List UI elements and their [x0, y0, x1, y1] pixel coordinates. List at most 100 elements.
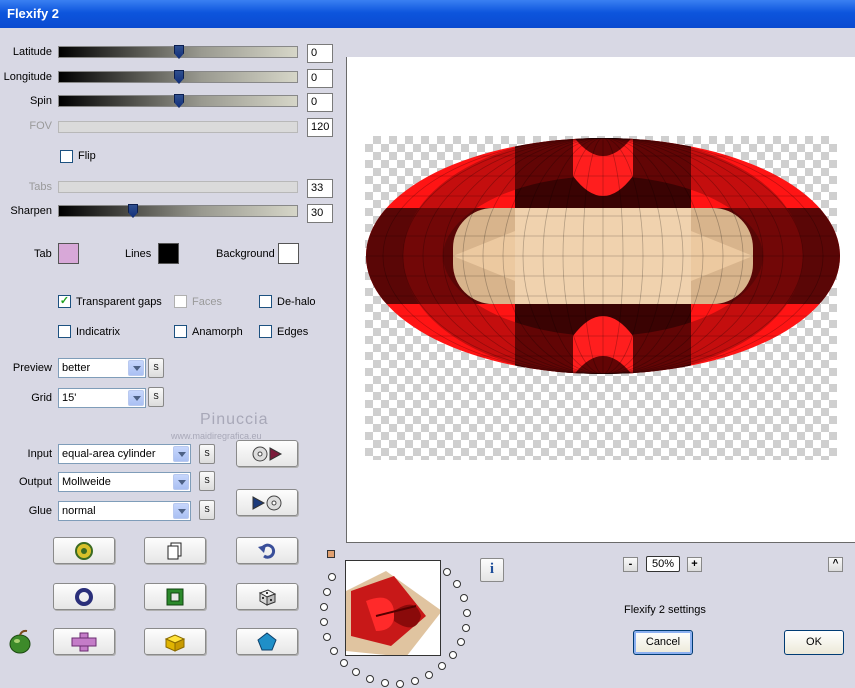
indicatrix-label: Indicatrix: [76, 326, 121, 338]
output-save-button[interactable]: S: [199, 471, 215, 491]
navigator-handle[interactable]: [327, 550, 335, 558]
cube-icon: [164, 633, 186, 652]
sharpen-value[interactable]: 30: [307, 204, 333, 223]
output-select[interactable]: Mollweide: [58, 472, 191, 492]
faces-label: Faces: [192, 296, 222, 308]
navigator-dot[interactable]: [460, 594, 468, 602]
navigator-dot[interactable]: [330, 647, 338, 655]
globe-gear-icon: [75, 541, 93, 560]
latitude-label: Latitude: [12, 46, 52, 58]
navigator-dot[interactable]: [320, 603, 328, 611]
chevron-down-icon[interactable]: [128, 360, 144, 376]
indicatrix-checkbox[interactable]: [58, 325, 71, 338]
preview-pane[interactable]: [346, 57, 855, 543]
navigator-dot[interactable]: [449, 651, 457, 659]
pentagon-button[interactable]: [236, 628, 298, 655]
copy-button[interactable]: [144, 537, 206, 564]
navigator-thumbnail[interactable]: [345, 560, 441, 656]
tab-color-swatch[interactable]: [58, 243, 79, 264]
ring-button[interactable]: [53, 583, 115, 610]
input-save-button[interactable]: S: [199, 444, 215, 464]
cancel-button[interactable]: Cancel: [633, 630, 693, 655]
zoom-in-button[interactable]: +: [687, 557, 702, 572]
latitude-value[interactable]: 0: [307, 44, 333, 63]
navigator-dot[interactable]: [443, 568, 451, 576]
navigator-dot[interactable]: [411, 677, 419, 685]
frame-button[interactable]: [144, 583, 206, 610]
chevron-down-icon[interactable]: [173, 503, 189, 519]
preview-select-value: better: [62, 362, 91, 374]
longitude-slider[interactable]: [58, 70, 298, 84]
tab-color-label: Tab: [34, 248, 52, 260]
navigator-dot[interactable]: [463, 609, 471, 617]
navigator-dot[interactable]: [457, 638, 465, 646]
navigator-dot[interactable]: [438, 662, 446, 670]
navigator-dot[interactable]: [352, 668, 360, 676]
load-projection-button[interactable]: [236, 440, 298, 467]
spin-slider[interactable]: [58, 94, 298, 108]
glue-select[interactable]: normal: [58, 501, 191, 521]
info-button[interactable]: i: [480, 558, 504, 582]
preview-save-button[interactable]: S: [148, 358, 164, 378]
flip-label: Flip: [78, 150, 96, 162]
flip-checkbox[interactable]: [60, 150, 73, 163]
latitude-thumb[interactable]: [174, 45, 184, 59]
grid-select-value: 15': [62, 392, 77, 404]
navigator-dot[interactable]: [366, 675, 374, 683]
navigator-dot[interactable]: [425, 671, 433, 679]
navigator-dot[interactable]: [323, 633, 331, 641]
anamorph-checkbox[interactable]: [174, 325, 187, 338]
input-select[interactable]: equal-area cylinder: [58, 444, 191, 464]
cube-button[interactable]: [144, 628, 206, 655]
sharpen-thumb[interactable]: [128, 204, 138, 218]
glue-save-button[interactable]: S: [199, 500, 215, 520]
spin-value[interactable]: 0: [307, 93, 333, 112]
chevron-down-icon[interactable]: [173, 446, 189, 462]
tabs-slider: [58, 181, 298, 193]
sharpen-slider[interactable]: [58, 204, 298, 218]
glue-label: Glue: [28, 505, 52, 517]
thumbnail-image: [346, 561, 440, 655]
grid-save-button[interactable]: S: [148, 387, 164, 407]
zoom-level: 50%: [646, 556, 680, 572]
longitude-value[interactable]: 0: [307, 69, 333, 88]
cross-button[interactable]: [53, 628, 115, 655]
lines-color-swatch[interactable]: [158, 243, 179, 264]
transparent-gaps-checkbox[interactable]: ✓: [58, 295, 71, 308]
save-projection-button[interactable]: [236, 489, 298, 516]
longitude-thumb[interactable]: [174, 70, 184, 84]
edges-label: Edges: [277, 326, 309, 338]
navigator-dot[interactable]: [340, 659, 348, 667]
navigator-dot[interactable]: [381, 679, 389, 687]
square-frame-icon: [166, 588, 184, 605]
ok-button[interactable]: OK: [784, 630, 844, 655]
background-color-label: Background: [216, 248, 275, 260]
spin-thumb[interactable]: [174, 94, 184, 108]
lines-color-label: Lines: [125, 248, 152, 260]
latitude-slider[interactable]: [58, 45, 298, 59]
navigator-dot[interactable]: [462, 624, 470, 632]
chevron-down-icon[interactable]: [173, 474, 189, 490]
navigator-dot[interactable]: [323, 588, 331, 596]
expand-settings-button[interactable]: ^: [828, 557, 843, 572]
navigator-dot[interactable]: [453, 580, 461, 588]
edges-checkbox[interactable]: [259, 325, 272, 338]
background-color-swatch[interactable]: [278, 243, 299, 264]
pear-logo-icon: [9, 629, 31, 654]
input-label: Input: [27, 448, 52, 460]
fov-label: FOV: [29, 120, 52, 132]
dehalo-checkbox[interactable]: [259, 295, 272, 308]
navigator-dot[interactable]: [396, 680, 404, 688]
random-button[interactable]: [236, 583, 298, 610]
chevron-down-icon[interactable]: [128, 390, 144, 406]
navigator-dot[interactable]: [320, 618, 328, 626]
randomize-colors-button[interactable]: [53, 537, 115, 564]
grid-select[interactable]: 15': [58, 388, 146, 408]
preview-select[interactable]: better: [58, 358, 146, 378]
transparent-gaps-label: Transparent gaps: [76, 296, 162, 308]
undo-button[interactable]: [236, 537, 298, 564]
zoom-out-button[interactable]: -: [623, 557, 638, 572]
play-disc-icon: [252, 495, 282, 510]
dice-icon: [258, 588, 277, 606]
navigator-dot[interactable]: [328, 573, 336, 581]
